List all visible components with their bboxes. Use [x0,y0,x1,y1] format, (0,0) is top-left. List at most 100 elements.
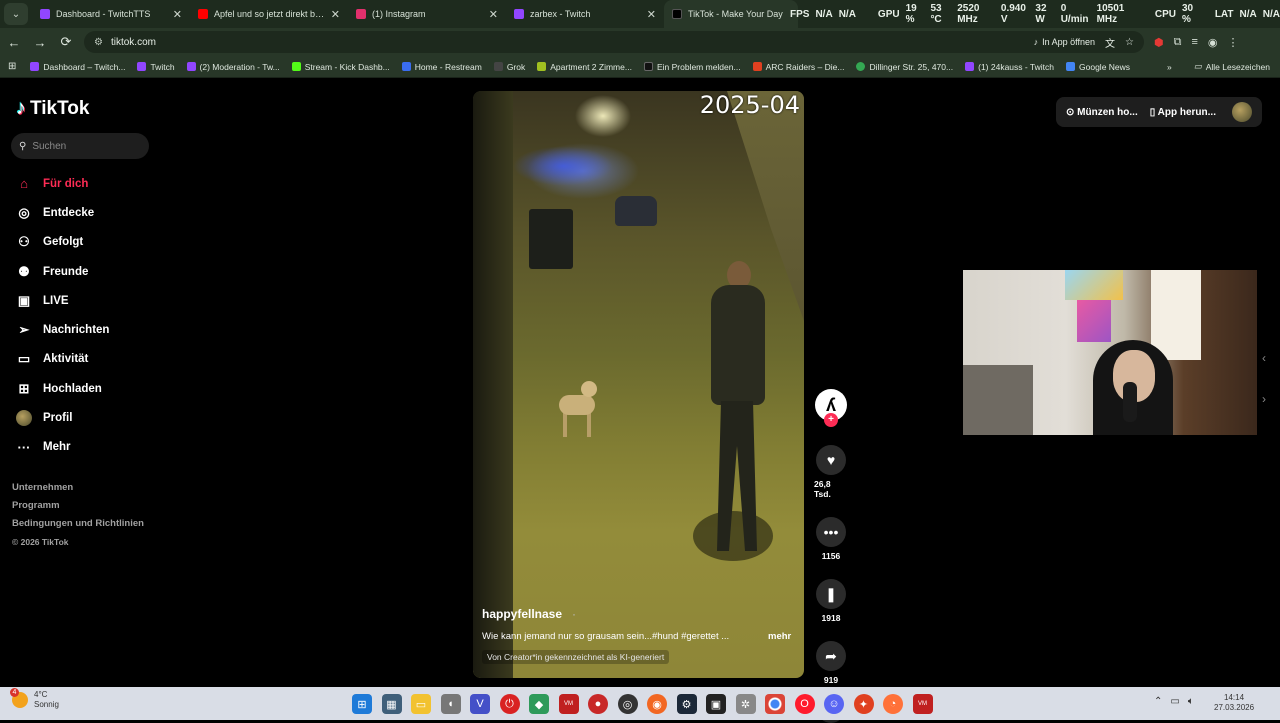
steam-icon[interactable]: ⚙ [676,694,697,714]
apps-grid-icon[interactable]: ⊞ [8,61,16,72]
next-video-icon[interactable]: › [1262,392,1276,416]
browser-tab-active[interactable]: TikTok - Make Your Day [664,0,798,28]
like-button[interactable]: ♥ 26,8 Tsd. [814,445,848,499]
close-tab-icon[interactable]: ✕ [489,8,498,21]
record-app-icon[interactable]: ● [588,694,608,714]
sidebar-item-live[interactable]: ▣ LIVE [14,286,109,315]
previous-video-icon[interactable]: ‹ [1262,351,1276,375]
bookmark-star-icon[interactable]: ☆ [1125,37,1134,48]
bookmark-item[interactable]: Google News [1066,62,1130,72]
sidebar-item-mehr[interactable]: ··· Mehr [14,433,109,462]
avatar[interactable] [1232,102,1252,122]
more-bookmarks-icon[interactable]: » [1167,62,1172,72]
bird-app-icon[interactable]: ✦ [853,694,874,714]
comment-button[interactable]: ••• 1156 [816,517,846,561]
reload-icon[interactable]: ⟳ [54,30,78,54]
menu-icon[interactable]: ⋮ [1228,36,1239,49]
weather-widget[interactable]: 4 4°C Sonnig [10,688,59,710]
webcam-couch [963,365,1033,435]
sidebar-item-aktivitaet[interactable]: ▭ Aktivität [14,345,109,374]
bookmark-item[interactable]: (1) 24kauss - Twitch [965,62,1054,72]
stack-app-icon[interactable]: ◆ [529,694,549,714]
tiktok-logo[interactable]: ♪ TikTok [16,97,89,120]
firefox-icon[interactable]: ◔ [883,694,903,714]
settings-icon[interactable]: ✲ [735,694,756,714]
video-username[interactable]: happyfellnase · [482,607,576,621]
search-input[interactable]: ⚲ Suchen [11,133,149,159]
sidebar-item-nachrichten[interactable]: ➢ Nachrichten [14,315,110,344]
network-icon[interactable]: ▭ [1170,696,1179,707]
back-icon[interactable]: ← [2,30,26,54]
voicemeeter-icon[interactable]: VM [558,694,579,714]
browser-tab[interactable]: Dashboard - TwitchTTS ✕ [32,0,190,28]
footer-link-programm[interactable]: Programm [12,497,144,515]
extensions-icon[interactable]: ⧉ [1174,36,1182,49]
mouse-icon[interactable]: ◖ [440,694,461,714]
calculator-icon[interactable]: ▦ [381,694,402,714]
open-in-app-button[interactable]: ♪ In App öffnen [1034,37,1095,47]
tiktok-note-icon: ♪ [16,97,26,119]
taskbar-clock[interactable]: 14:14 27.03.2026 [1214,693,1254,713]
save-button[interactable]: ❚ 1918 [816,579,846,623]
bookmark-icon: ❚ [816,579,846,609]
bookmark-item[interactable]: Apartment 2 Zimme... [537,62,632,72]
bookmark-item[interactable]: Stream - Kick Dashb... [291,62,390,72]
browser-tab[interactable]: (1) Instagram ✕ [348,0,506,28]
volume-icon[interactable]: 🔈︎ [1188,696,1194,707]
all-bookmarks-button[interactable]: ▭ Alle Lesezeichen [1194,61,1270,72]
bookmark-item[interactable]: Dashboard – Twitch... [30,62,125,72]
opera-icon[interactable]: O [794,694,815,714]
forward-icon[interactable]: → [28,30,52,54]
footer-link-unternehmen[interactable]: Unternehmen [12,479,144,497]
bookmark-item[interactable]: Twitch [137,62,175,72]
close-tab-icon[interactable]: ✕ [173,8,182,21]
profile-icon[interactable]: ◉ [1208,36,1218,49]
obs-icon[interactable]: ◎ [617,694,638,714]
close-tab-icon[interactable]: ✕ [647,8,656,21]
get-coins-label: Münzen ho... [1077,106,1138,118]
site-info-icon[interactable]: ⚙ [94,37,103,48]
creator-avatar[interactable]: ʎ + [815,389,847,427]
power-app-icon[interactable]: ⏻ [499,694,520,714]
tab-search-button[interactable]: ⌄ [4,3,28,25]
browser-tab[interactable]: Apfel und so jetzt direkt bei Du ✕ [190,0,348,28]
more-button[interactable]: mehr [768,631,791,642]
sidebar-item-fuer-dich[interactable]: ⌂ Für dich [14,169,109,198]
sidebar-item-hochladen[interactable]: ⊞ Hochladen [14,374,109,403]
bookmark-item[interactable]: Dillinger Str. 25, 470... [856,62,953,72]
file-explorer-icon[interactable]: ▭ [411,694,431,714]
bookmark-item[interactable]: Grok [493,62,525,72]
get-coins-button[interactable]: ⊙ Münzen ho... [1066,107,1138,118]
footer-link-bedingungen[interactable]: Bedingungen und Richtlinien [12,515,144,533]
chevron-up-icon[interactable]: ⌃ [1154,696,1162,707]
bookmark-item[interactable]: Home - Restream [401,62,482,72]
get-app-button[interactable]: ▯ App herun... [1150,107,1216,118]
clock-date: 27.03.2026 [1214,703,1255,712]
address-bar[interactable]: ⚙ tiktok.com ♪ In App öffnen 文 ☆ [84,31,1144,53]
bookmark-item[interactable]: ARC Raiders – Die... [752,62,844,72]
close-tab-icon[interactable]: ✕ [331,8,340,21]
translate-icon[interactable]: 文 [1105,35,1115,50]
bookmark-item[interactable]: Ein Problem melden... [643,62,741,72]
windows-start-icon[interactable]: ⊞ [352,694,372,714]
browser-tab[interactable]: zarbex - Twitch ✕ [506,0,664,28]
follow-plus-icon[interactable]: + [824,413,838,427]
vpn-icon[interactable]: V [470,694,490,714]
video-scene-trash-bin [529,209,573,269]
sidebar-item-profil[interactable]: Profil [14,403,109,432]
discord-icon[interactable]: ☺ [824,694,844,714]
origin-icon[interactable]: ◉ [647,694,667,714]
chrome-icon[interactable] [765,694,785,714]
sidebar-item-gefolgt[interactable]: ⚇ Gefolgt [14,228,109,257]
elgato-icon[interactable]: ▣ [706,694,726,714]
video-scene-dog [553,381,603,441]
adblock-icon[interactable]: ⬢ [1154,36,1164,49]
sidebar-item-entdecke[interactable]: ◎ Entdecke [14,198,109,227]
sidebar-item-freunde[interactable]: ⚉ Freunde [14,257,109,286]
video-player[interactable]: 2025-04 happyfellnase · Wie kann jemand n… [473,91,804,678]
voicemeeter-2-icon[interactable]: VM [912,694,933,714]
media-controls-icon[interactable]: ≡ [1191,36,1197,49]
share-button[interactable]: ➦ 919 [816,641,846,685]
messages-icon: ➢ [18,322,30,338]
bookmark-item[interactable]: (2) Moderation - Tw... [186,62,280,72]
